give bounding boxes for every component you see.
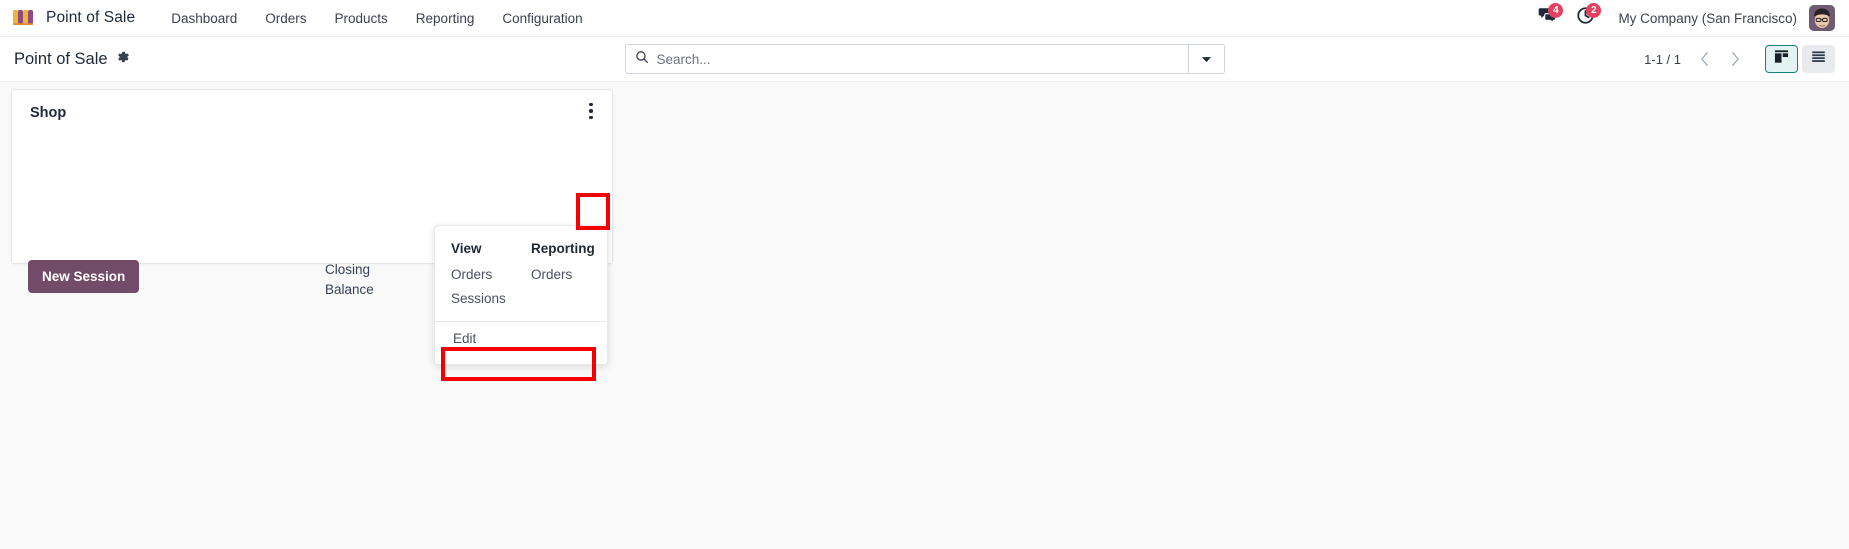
view-button-kanban[interactable] (1765, 45, 1798, 73)
kanban-content: Shop New Session Closing Balance View Or… (0, 82, 1849, 548)
navbar-systray: 4 2 My Company (San Francisco) (1528, 0, 1835, 36)
kanban-view-icon (1774, 49, 1789, 69)
vertical-dots-icon (589, 102, 593, 120)
messages-count-badge: 4 (1548, 3, 1564, 18)
kanban-card-menu-button[interactable] (578, 96, 604, 126)
dropdown-columns: View Orders Sessions Reporting Orders (435, 233, 607, 317)
app-brand[interactable]: Point of Sale (8, 0, 147, 36)
nav-item-products[interactable]: Products (321, 0, 402, 36)
kanban-card-title: Shop (30, 105, 67, 121)
gear-icon[interactable] (116, 50, 130, 69)
activities-count-badge: 2 (1586, 3, 1602, 18)
search-panel: Search... (624, 44, 1225, 74)
view-button-list[interactable] (1802, 45, 1835, 73)
breadcrumb: Point of Sale (14, 50, 314, 69)
pager-value: 1-1 / 1 (1644, 51, 1681, 67)
top-navbar: Point of Sale Dashboard Orders Products … (0, 0, 1849, 37)
search-placeholder: Search... (656, 51, 711, 67)
activities-button[interactable]: 2 (1566, 0, 1604, 36)
nav-item-dashboard[interactable]: Dashboard (157, 0, 251, 36)
dropdown-header-reporting: Reporting (531, 241, 595, 256)
dropdown-column-view: View Orders Sessions (435, 238, 527, 311)
nav-item-configuration[interactable]: Configuration (488, 0, 596, 36)
list-view-icon (1811, 49, 1826, 69)
company-switcher[interactable]: My Company (San Francisco) (1604, 11, 1809, 26)
search-dropdown-toggle[interactable] (1187, 45, 1224, 73)
navbar-menu: Dashboard Orders Products Reporting Conf… (157, 0, 596, 36)
view-switcher (1765, 45, 1835, 73)
pager: 1-1 / 1 (1636, 45, 1751, 74)
app-name: Point of Sale (46, 9, 136, 26)
closing-balance-label: Closing Balance (325, 262, 374, 297)
dropdown-item-view-orders[interactable]: Orders (451, 263, 527, 287)
messages-button[interactable]: 4 (1528, 0, 1566, 36)
pager-next-button[interactable] (1720, 45, 1751, 74)
kanban-card-dropdown-menu: View Orders Sessions Reporting Orders Ed… (434, 225, 608, 365)
dropdown-column-reporting: Reporting Orders (527, 238, 607, 311)
dropdown-item-edit[interactable]: Edit (435, 322, 607, 355)
page-title: Point of Sale (14, 49, 108, 68)
nav-item-reporting[interactable]: Reporting (402, 0, 489, 36)
nav-item-orders[interactable]: Orders (251, 0, 320, 36)
search-icon (635, 50, 649, 69)
shop-awning-icon (12, 8, 37, 28)
dropdown-item-reporting-orders[interactable]: Orders (531, 263, 607, 287)
dropdown-header-view: View (451, 241, 482, 256)
pager-previous-button[interactable] (1689, 45, 1720, 74)
control-panel-right: 1-1 / 1 (1636, 45, 1835, 74)
avatar[interactable] (1809, 5, 1835, 31)
dropdown-item-view-sessions[interactable]: Sessions (451, 287, 527, 311)
searchview[interactable]: Search... (624, 44, 1225, 74)
search-input[interactable]: Search... (626, 45, 1188, 73)
control-panel: Point of Sale Search... 1-1 / 1 (0, 37, 1849, 82)
caret-down-icon (1201, 50, 1212, 68)
new-session-button[interactable]: New Session (28, 260, 140, 293)
